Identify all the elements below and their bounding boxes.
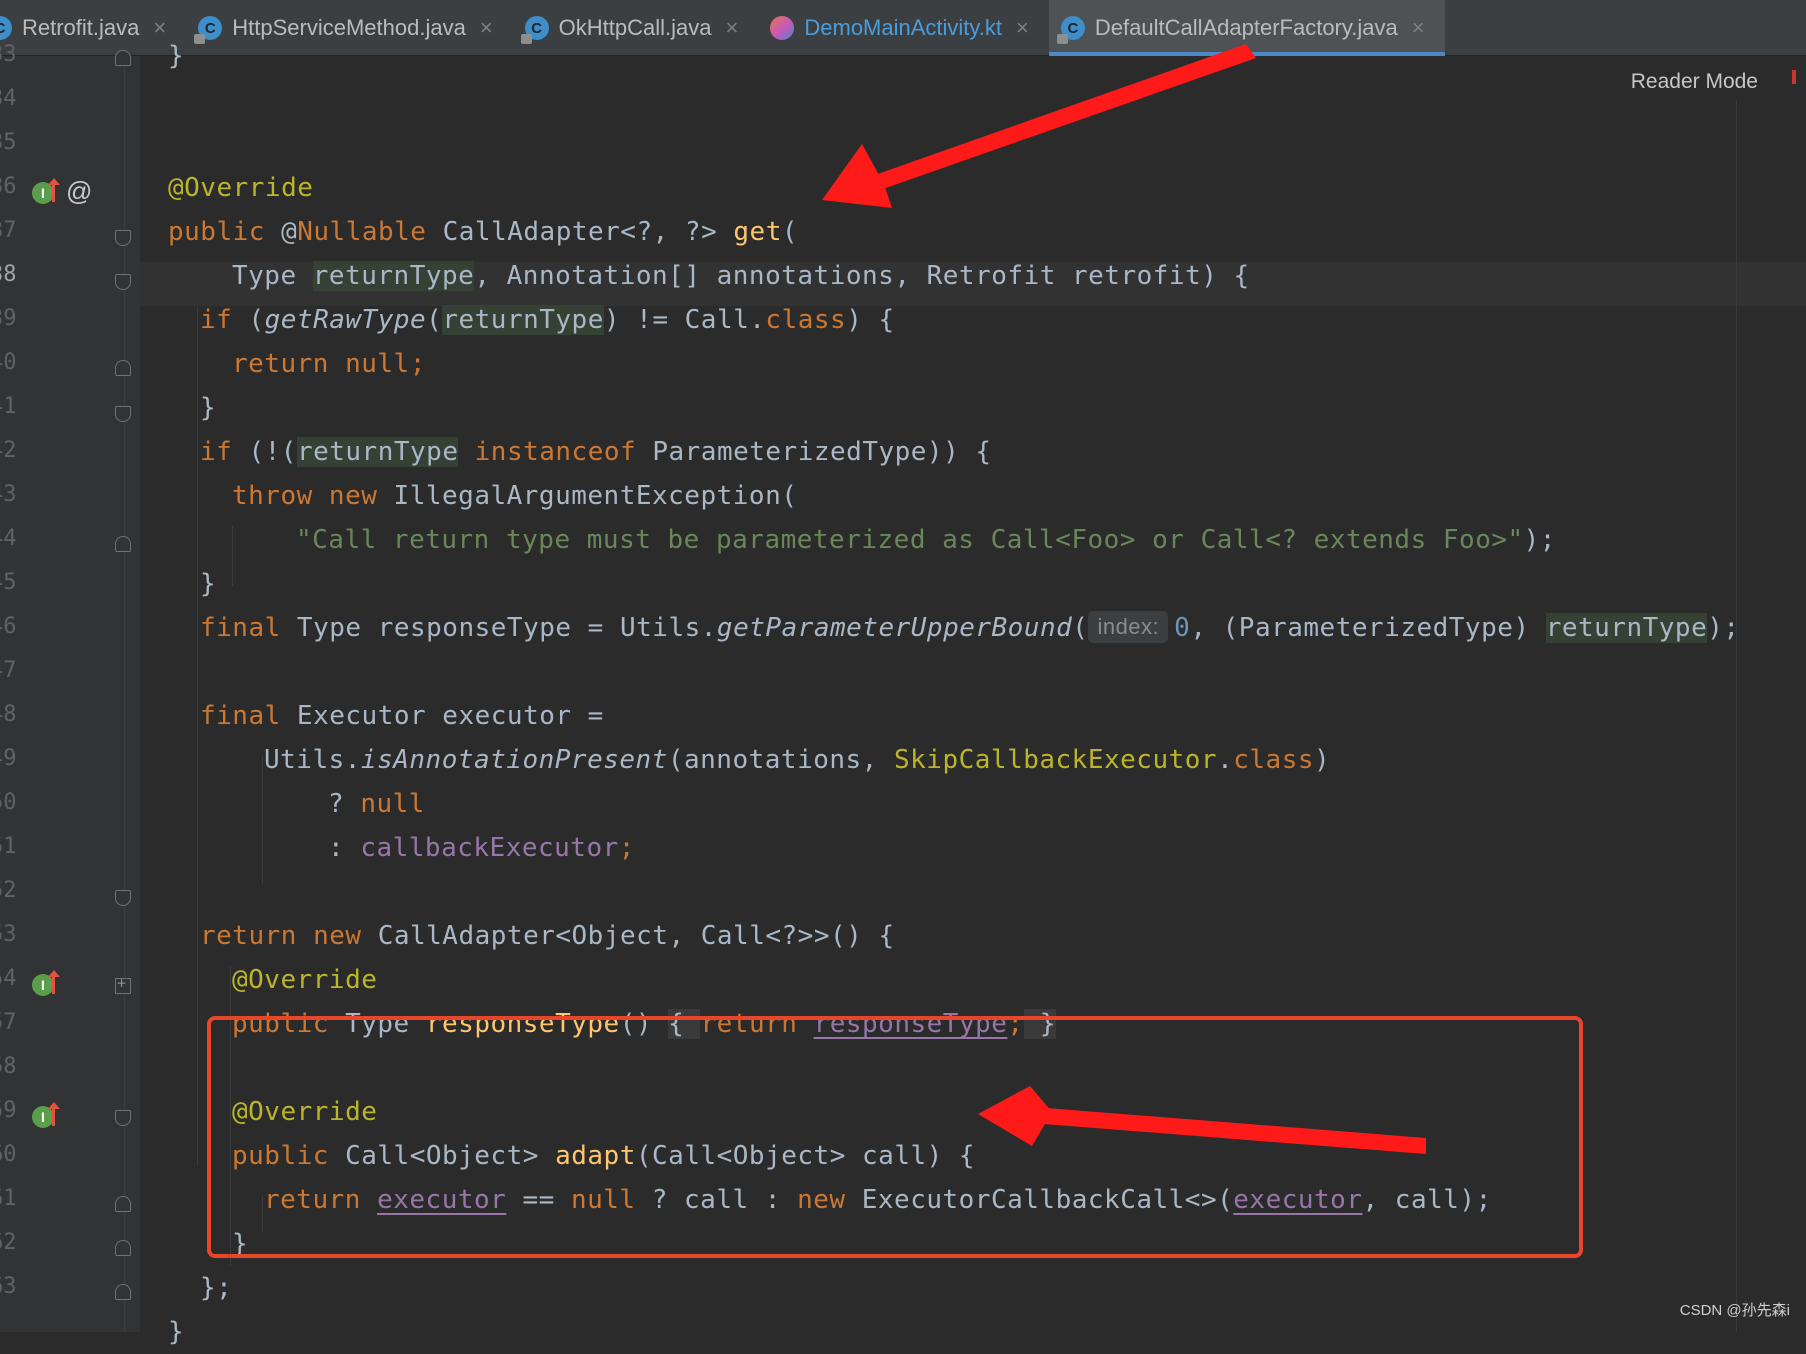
line-number: 44 [0,526,17,551]
java-class-icon: C [0,16,12,40]
code-line: ? null [328,789,425,819]
line-number: 47 [0,658,17,683]
fold-icon[interactable] [115,1284,131,1300]
reader-mode-button[interactable]: Reader Mode [1631,70,1758,94]
overrides-icon[interactable]: I [32,970,60,996]
fold-icon[interactable] [115,360,131,376]
line-number: 38 [0,262,17,287]
line-number: 35 [0,130,17,155]
line-number: 37 [0,218,17,243]
line-number: 62 [0,1230,17,1255]
kotlin-file-icon [770,16,795,40]
editor-gutter [0,56,140,1332]
code-line: } [168,1317,185,1347]
code-line: } [168,41,185,71]
line-number: 57 [0,1010,17,1035]
tab-label: DemoMainActivity.kt [804,15,1003,40]
code-line: : callbackExecutor; [328,833,635,863]
tab-retrofit[interactable]: C Retrofit.java × [0,0,186,56]
tab-label: DefaultCallAdapterFactory.java [1094,15,1398,40]
close-icon[interactable]: × [1412,15,1425,41]
close-icon[interactable]: × [480,15,493,41]
line-number: 51 [0,834,17,859]
code-line: @Override [232,965,378,995]
line-number: 61 [0,1186,17,1211]
fold-icon[interactable] [115,274,131,290]
code-line: Utils.isAnnotationPresent(annotations, S… [264,745,1331,775]
indent-guide [262,756,263,884]
line-number: 54 [0,966,17,991]
code-line: throw new IllegalArgumentException( [232,481,798,511]
annotation-icon[interactable]: @ [66,176,92,207]
line-number: 40 [0,350,17,375]
line-number: 49 [0,746,17,771]
line-number: 52 [0,878,17,903]
tab-http-service-method[interactable]: C HttpServiceMethod.java × [186,0,512,56]
line-number: 45 [0,570,17,595]
line-number: 33 [0,42,17,67]
line-number: 43 [0,482,17,507]
code-line: return new CallAdapter<Object, Call<?>>(… [200,921,895,951]
line-number: 50 [0,790,17,815]
line-number: 60 [0,1142,17,1167]
java-class-icon: C [1056,16,1085,44]
fold-icon[interactable] [115,230,131,246]
line-number: 39 [0,306,17,331]
line-number: 58 [0,1054,17,1079]
code-line: } [200,569,217,599]
line-number: 41 [0,394,17,419]
tab-demo-main-activity[interactable]: DemoMainActivity.kt × [758,0,1049,56]
code-line: if (getRawType(returnType) != Call.class… [200,305,895,335]
gutter-divider [124,56,125,1332]
fold-icon[interactable] [115,890,131,906]
code-line: } [200,393,217,423]
fold-icon[interactable] [115,1110,131,1126]
line-number: 53 [0,922,17,947]
code-line: "Call return type must be parameterized … [296,525,1556,555]
tab-label: HttpServiceMethod.java [232,15,466,40]
line-number: 36 [0,174,17,199]
code-line: final Type responseType = Utils.getParam… [200,611,1740,643]
line-number: 48 [0,702,17,727]
code-line: @Override [168,173,314,203]
line-number: 34 [0,86,17,111]
fold-icon[interactable] [115,50,131,66]
code-line: final Executor executor = [200,701,604,731]
java-class-icon: C [194,16,223,44]
fold-icon[interactable] [115,1240,131,1256]
code-line: if (!(returnType instanceof Parameterize… [200,437,992,467]
line-number: 42 [0,438,17,463]
close-icon[interactable]: × [726,15,739,41]
indent-guide [232,526,233,586]
error-stripe-marker[interactable] [1792,70,1796,84]
code-line: }; [200,1273,233,1303]
overrides-icon[interactable]: I [32,1102,60,1128]
close-icon[interactable]: × [1016,15,1029,41]
code-line: public @Nullable CallAdapter<?, ?> get( [168,217,799,247]
tab-default-call-adapter-factory[interactable]: C DefaultCallAdapterFactory.java × [1048,0,1445,56]
java-class-icon: C [520,16,549,44]
right-margin-guide [1736,100,1737,1332]
fold-icon[interactable] [115,1196,131,1212]
fold-icon[interactable] [115,406,131,422]
editor-tab-bar: C Retrofit.java × C HttpServiceMethod.ja… [0,0,1806,56]
code-line: Type returnType, Annotation[] annotation… [232,261,1250,291]
line-number: 46 [0,614,17,639]
annotation-highlight-box [207,1016,1583,1258]
fold-icon[interactable] [115,536,131,552]
tab-label: OkHttpCall.java [558,15,712,40]
line-number: 63 [0,1274,17,1299]
close-icon[interactable]: × [153,15,166,41]
tab-okhttp-call[interactable]: C OkHttpCall.java × [513,0,759,56]
watermark: CSDN @孙先森i [1679,1302,1790,1319]
code-line: return null; [232,349,426,379]
indent-guide [197,306,198,1166]
overrides-icon[interactable]: I [32,178,60,204]
fold-icon[interactable] [115,974,131,994]
line-number: 59 [0,1098,17,1123]
tab-label: Retrofit.java [22,15,140,40]
parameter-hint: index: [1088,611,1169,643]
